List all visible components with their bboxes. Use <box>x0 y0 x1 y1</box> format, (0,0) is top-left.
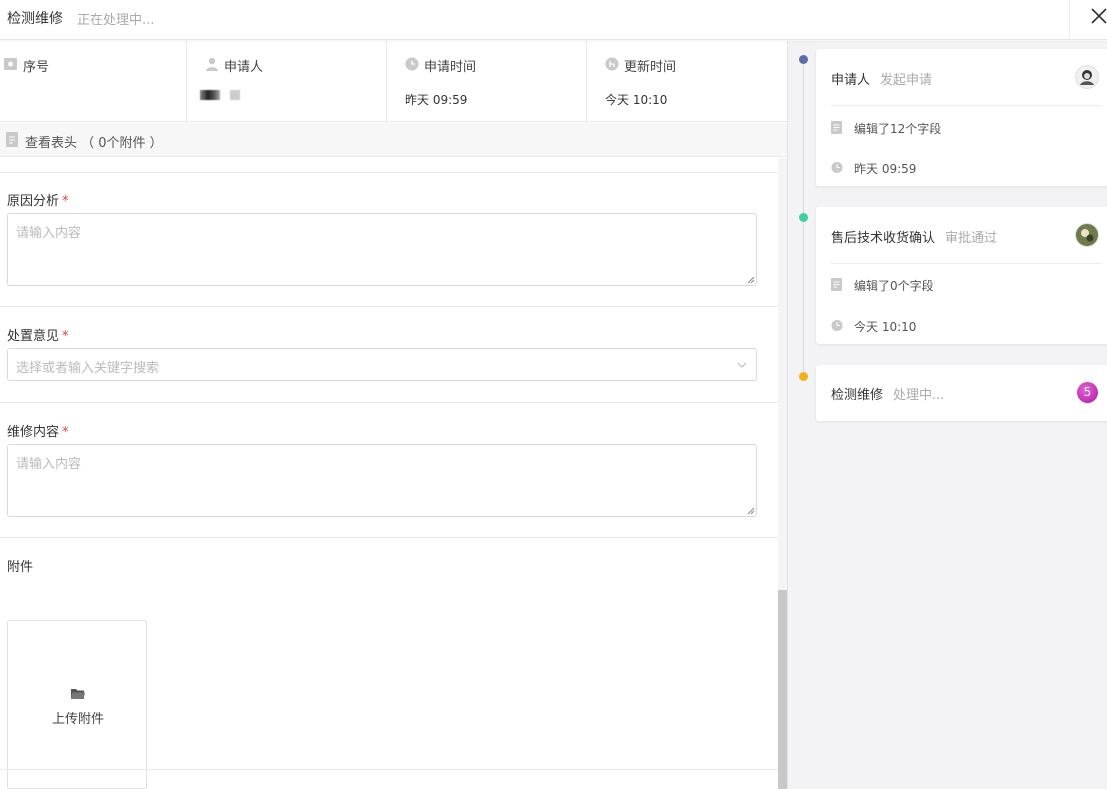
serial-cell: 序号 <box>0 41 187 122</box>
view-header-toggle[interactable]: 查看表头 （ 0个附件 ） <box>0 123 787 157</box>
scrollbar-thumb[interactable] <box>778 590 787 789</box>
opinion-placeholder: 选择或者输入关键字搜索 <box>16 361 160 376</box>
avatar <box>1075 65 1099 89</box>
applicant-label: 申请人 <box>224 60 264 75</box>
timeline-card: 申请人 发起申请 编辑了12个字段 昨天 09:59 <box>816 49 1107 186</box>
attachment-label: 附件 <box>7 560 34 575</box>
view-header-text: 查看表头 （ 0个附件 ） <box>25 136 163 151</box>
upload-label: 上传附件 <box>51 712 104 727</box>
cause-label-text: 原因分析 <box>7 194 60 209</box>
serial-label: 序号 <box>23 60 50 75</box>
divider <box>0 306 778 307</box>
form-scroll-area: 原因分析 * 请输入内容 处置意见 * 选择或者输入关键字搜索 维修内容 * 请输入内… <box>0 158 778 789</box>
chevron-down-icon <box>737 362 747 368</box>
timeline-card: 检测维修 处理中... 5 <box>816 365 1107 421</box>
step-status: 审批通过 <box>945 231 998 246</box>
serial-icon <box>4 58 17 70</box>
step-status: 处理中... <box>893 388 945 403</box>
user-icon <box>206 57 218 71</box>
timeline-panel: 申请人 发起申请 编辑了12个字段 昨天 09:59 售后技术收货确认审批通过 … <box>787 41 1107 789</box>
divider <box>831 105 1101 106</box>
document-icon <box>6 132 18 147</box>
step-time: 昨天 09:59 <box>854 162 917 176</box>
cause-label: 原因分析 * <box>7 190 69 209</box>
opinion-select[interactable]: 选择或者输入关键字搜索 <box>7 348 757 381</box>
required-mark: * <box>62 194 69 209</box>
avatar <box>1075 223 1099 247</box>
apply-time-cell: 申请时间 昨天 09:59 <box>387 41 587 122</box>
cause-placeholder: 请输入内容 <box>16 226 82 241</box>
step-name: 售后技术收货确认 <box>831 231 936 246</box>
resize-grip-icon[interactable] <box>746 506 755 515</box>
timeline-card-title: 售后技术收货确认 审批通过 <box>831 227 997 246</box>
repair-label-text: 维修内容 <box>7 425 60 440</box>
required-mark: * <box>62 425 69 440</box>
repair-label: 维修内容 * <box>7 421 69 440</box>
upload-attachment-button[interactable]: 上传附件 <box>7 620 147 789</box>
refresh-clock-icon <box>605 57 619 71</box>
top-bar: 检测维修 正在处理中... <box>0 0 1107 40</box>
divider <box>831 263 1101 264</box>
avatar <box>200 90 220 100</box>
info-bar: 序号 申请人 申请时间 昨天 09:59 更新时间 今天 10:10 <box>0 41 787 122</box>
step-name: 申请人 <box>831 73 871 88</box>
divider <box>0 537 778 538</box>
clock-icon <box>831 319 843 332</box>
step-time: 今天 10:10 <box>854 320 917 334</box>
apply-time-value: 昨天 09:59 <box>405 93 468 107</box>
edited-fields: 编辑了0个字段 <box>854 279 934 293</box>
scrollbar[interactable] <box>778 158 787 789</box>
status-text: 正在处理中... <box>77 13 155 28</box>
divider <box>1069 0 1070 40</box>
clock-icon <box>405 57 419 71</box>
required-mark: * <box>62 329 69 344</box>
opinion-label-text: 处置意见 <box>7 329 60 344</box>
clock-icon <box>831 161 843 174</box>
document-icon <box>831 121 842 134</box>
step-status: 发起申请 <box>880 73 933 88</box>
repair-textarea[interactable]: 请输入内容 <box>7 444 757 517</box>
document-icon <box>831 278 842 291</box>
edited-fields: 编辑了12个字段 <box>854 122 942 136</box>
timeline-card-title: 申请人 发起申请 <box>831 69 932 88</box>
avatar <box>230 90 240 100</box>
divider <box>0 402 778 403</box>
applicant-cell: 申请人 <box>187 41 387 122</box>
close-icon[interactable] <box>1088 5 1107 27</box>
folder-icon <box>71 689 85 699</box>
timeline-dot <box>799 55 808 64</box>
step-badge: 5 <box>1077 382 1098 403</box>
divider <box>0 769 778 770</box>
timeline-dot <box>799 372 808 381</box>
cause-textarea[interactable]: 请输入内容 <box>7 213 757 286</box>
update-time-value: 今天 10:10 <box>605 93 668 107</box>
repair-placeholder: 请输入内容 <box>16 457 82 472</box>
timeline-card-title: 检测维修 处理中... <box>831 384 944 403</box>
timeline-dot <box>799 213 808 222</box>
update-time-cell: 更新时间 今天 10:10 <box>587 41 787 122</box>
step-name: 检测维修 <box>831 388 884 403</box>
resize-grip-icon[interactable] <box>746 275 755 284</box>
opinion-label: 处置意见 * <box>7 325 69 344</box>
divider <box>0 172 778 173</box>
update-time-label: 更新时间 <box>624 60 677 75</box>
apply-time-label: 申请时间 <box>424 60 477 75</box>
form-panel: 序号 申请人 申请时间 昨天 09:59 更新时间 今天 10:10 查看表头 … <box>0 41 787 789</box>
timeline-card: 售后技术收货确认 审批通过 编辑了0个字段 今天 10:10 <box>816 207 1107 344</box>
page-title: 检测维修 <box>7 11 63 27</box>
